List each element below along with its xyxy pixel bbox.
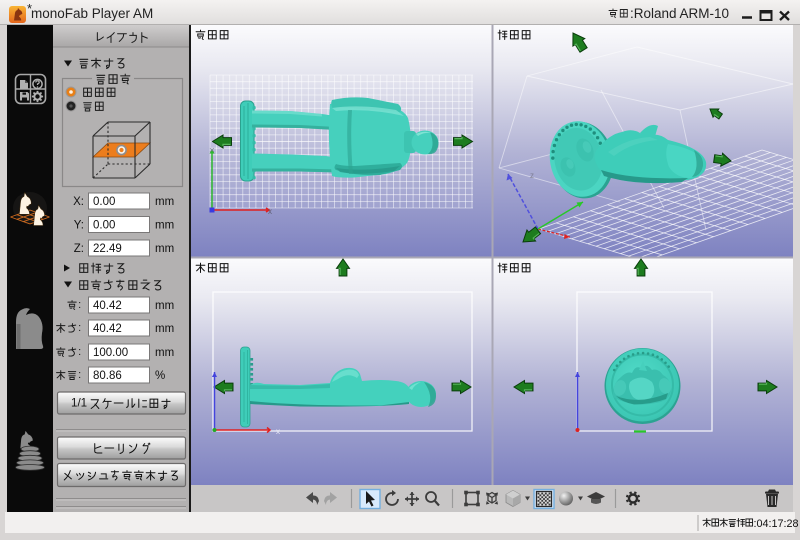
svg-text:%: % xyxy=(155,370,165,382)
svg-text:mm: mm xyxy=(155,243,174,255)
svg-text::Roland ARM-10: :Roland ARM-10 xyxy=(630,6,729,21)
svg-text:40.42: 40.42 xyxy=(93,323,122,335)
svg-text:monoFab Player AM: monoFab Player AM xyxy=(31,6,153,21)
svg-text:mm: mm xyxy=(155,323,174,335)
svg-text:mm: mm xyxy=(155,220,174,232)
svg-text:Z:: Z: xyxy=(74,243,84,255)
svg-text:mm: mm xyxy=(155,300,174,312)
svg-text::04:17:28: :04:17:28 xyxy=(754,518,799,530)
svg-text::: : xyxy=(78,299,81,311)
svg-text:1/1: 1/1 xyxy=(71,397,87,410)
svg-text:X:: X: xyxy=(73,196,84,208)
svg-text::: : xyxy=(78,369,81,381)
svg-text:100.00: 100.00 xyxy=(93,347,128,359)
svg-text:80.86: 80.86 xyxy=(93,370,122,382)
svg-text:40.42: 40.42 xyxy=(93,300,122,312)
svg-text:x: x xyxy=(268,207,272,216)
svg-text:Y:: Y: xyxy=(74,220,84,232)
svg-text:mm: mm xyxy=(155,196,174,208)
svg-text:z: z xyxy=(530,171,534,180)
svg-text:mm: mm xyxy=(155,347,174,359)
svg-text:0.00: 0.00 xyxy=(93,220,115,232)
svg-text:22.49: 22.49 xyxy=(93,243,122,255)
svg-text:x: x xyxy=(276,427,280,436)
svg-text::: : xyxy=(78,322,81,334)
svg-text:0.00: 0.00 xyxy=(93,196,115,208)
svg-text::: : xyxy=(78,346,81,358)
